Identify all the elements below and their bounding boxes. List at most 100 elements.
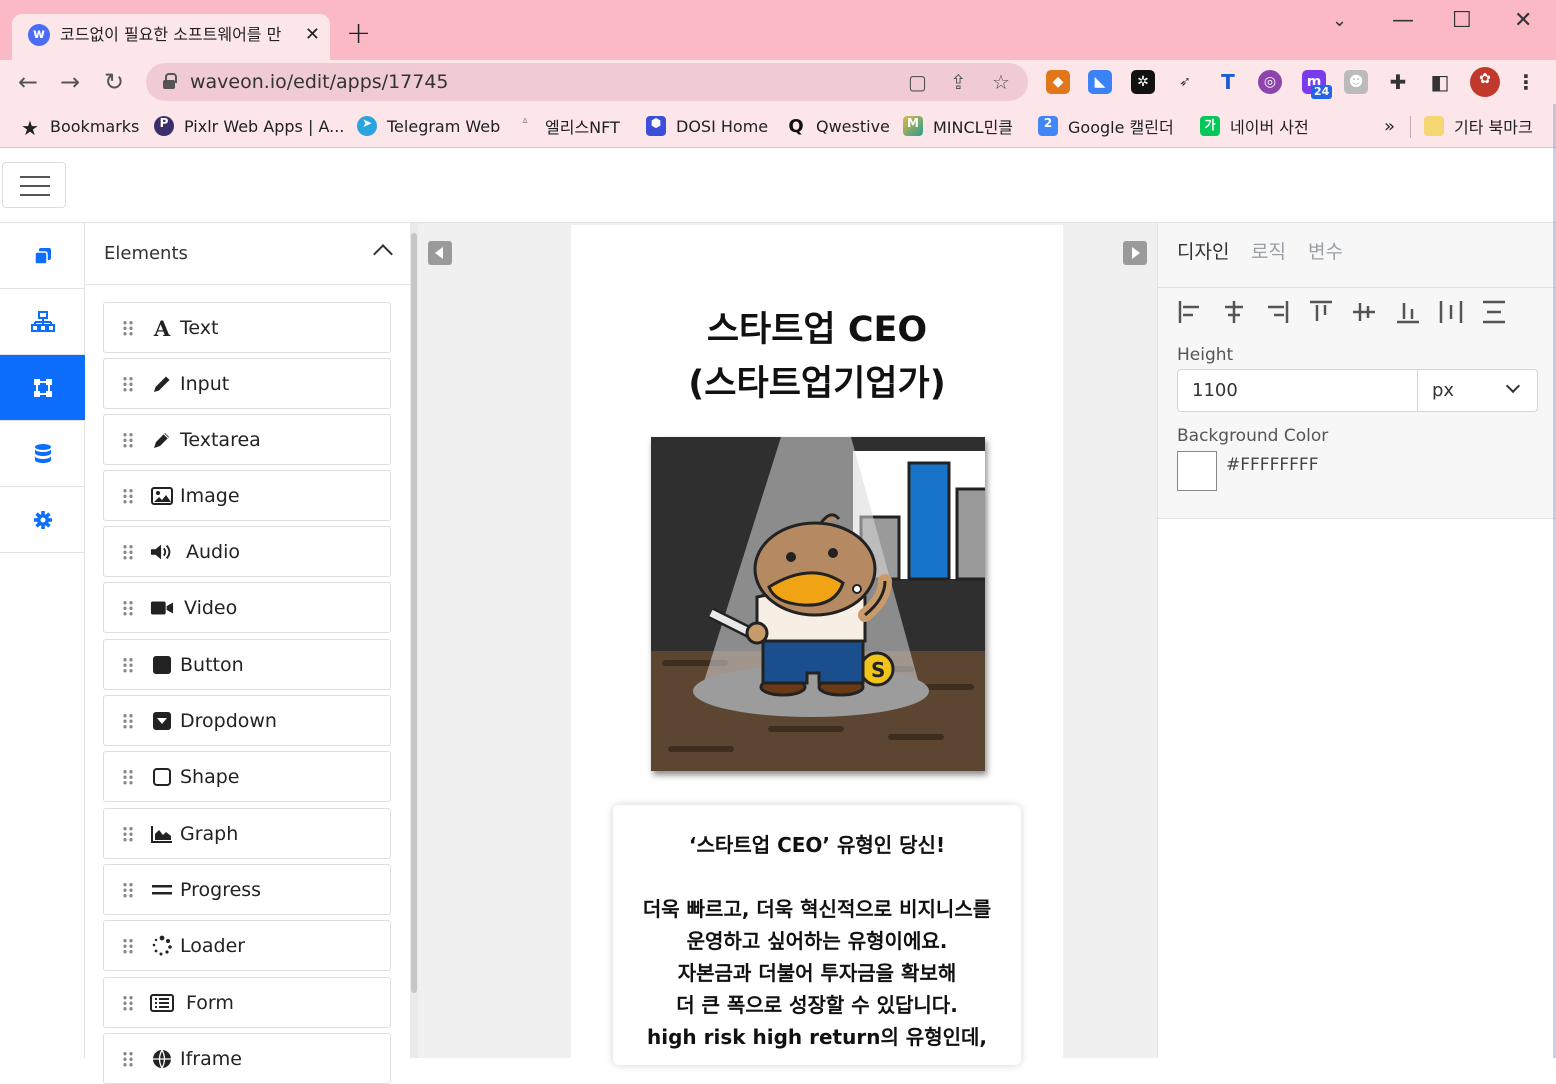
- align-center-h-icon[interactable]: [1221, 299, 1247, 325]
- align-right-icon[interactable]: [1264, 299, 1290, 325]
- duck-ceo-illustration[interactable]: S: [651, 437, 985, 771]
- url-text[interactable]: waveon.io/edit/apps/17745: [190, 71, 449, 93]
- bookmark-item[interactable]: ★ Bookmarks: [20, 114, 139, 140]
- bookmarks-overflow-button[interactable]: »: [1384, 114, 1395, 138]
- drag-handle-icon[interactable]: [122, 882, 134, 898]
- bookmark-item[interactable]: Q Qwestive: [786, 114, 890, 138]
- rail-elements-button[interactable]: [0, 355, 85, 421]
- lock-icon[interactable]: [162, 73, 177, 89]
- back-button[interactable]: ←: [18, 68, 38, 96]
- bookmark-item[interactable]: ➤ Telegram Web: [357, 114, 500, 138]
- drag-handle-icon[interactable]: [122, 488, 134, 504]
- drag-handle-icon[interactable]: [122, 376, 134, 392]
- drag-handle-icon[interactable]: [122, 544, 134, 560]
- result-card[interactable]: ‘스타트업 CEO’ 유형인 당신! 더욱 빠르고, 더욱 혁신적으로 비지니스…: [613, 805, 1021, 1065]
- address-bar[interactable]: waveon.io/edit/apps/17745 ▢ ⇪ ☆: [146, 63, 1028, 101]
- profile-avatar[interactable]: ✿: [1470, 67, 1500, 97]
- align-top-icon[interactable]: [1308, 299, 1334, 325]
- background-color-swatch[interactable]: [1177, 451, 1217, 491]
- side-panel-icon[interactable]: ◧: [1428, 70, 1452, 94]
- extension-avatar-icon[interactable]: ☻: [1344, 70, 1368, 94]
- element-item-iframe[interactable]: Iframe: [103, 1033, 391, 1084]
- maximize-button[interactable]: ☐: [1452, 8, 1472, 34]
- share-icon[interactable]: ⇪: [950, 70, 967, 94]
- chevron-up-icon[interactable]: [373, 244, 393, 264]
- extension-circle-icon[interactable]: ◎: [1258, 70, 1282, 94]
- drag-handle-icon[interactable]: [122, 769, 134, 785]
- bookmark-item[interactable]: ⬢ DOSI Home: [646, 114, 768, 138]
- minimize-button[interactable]: —: [1392, 8, 1414, 34]
- drag-handle-icon[interactable]: [122, 1051, 134, 1067]
- bookmark-item[interactable]: 2 Google 캘린더: [1038, 114, 1174, 138]
- height-value[interactable]: 1100: [1192, 381, 1238, 401]
- rail-settings-button[interactable]: [0, 487, 85, 553]
- element-item-image[interactable]: Image: [103, 470, 391, 521]
- tab-design[interactable]: 디자인: [1177, 239, 1229, 265]
- elements-panel-header[interactable]: Elements: [86, 223, 410, 285]
- drag-handle-icon[interactable]: [122, 600, 134, 616]
- new-tab-button[interactable]: +: [346, 18, 371, 50]
- element-item-graph[interactable]: Graph: [103, 808, 391, 859]
- bookmark-star-icon[interactable]: ☆: [992, 70, 1010, 94]
- collapse-left-panel-button[interactable]: [428, 241, 452, 265]
- hamburger-menu-button[interactable]: [2, 162, 66, 208]
- tab-variables[interactable]: 변수: [1308, 239, 1343, 265]
- menu-kebab-icon[interactable]: ⋮: [1514, 70, 1538, 94]
- extension-t-icon[interactable]: T: [1216, 70, 1240, 94]
- collapse-right-panel-button[interactable]: [1123, 241, 1147, 265]
- page-title[interactable]: 스타트업 CEO (스타트업기업가): [571, 303, 1063, 411]
- element-item-input[interactable]: Input: [103, 358, 391, 409]
- align-left-icon[interactable]: [1177, 299, 1203, 325]
- distribute-v-icon[interactable]: [1481, 299, 1507, 325]
- rail-database-button[interactable]: [0, 421, 85, 487]
- element-item-loader[interactable]: Loader: [103, 920, 391, 971]
- bookmark-item[interactable]: 가 네이버 사전: [1200, 114, 1309, 138]
- extension-bird-icon[interactable]: ➶: [1173, 70, 1197, 94]
- drag-handle-icon[interactable]: [122, 432, 134, 448]
- element-item-audio[interactable]: Audio: [103, 526, 391, 577]
- drag-handle-icon[interactable]: [122, 995, 134, 1011]
- extension-blue-icon[interactable]: ◣: [1088, 70, 1112, 94]
- align-bottom-icon[interactable]: [1395, 299, 1421, 325]
- bookmark-item[interactable]: P Pixlr Web Apps | A...: [154, 114, 344, 138]
- align-middle-v-icon[interactable]: [1351, 299, 1377, 325]
- element-item-shape[interactable]: Shape: [103, 751, 391, 802]
- bookmark-item[interactable]: M MINCL민클: [903, 114, 1013, 138]
- element-item-label: Form: [186, 992, 234, 1014]
- app-page[interactable]: 스타트업 CEO (스타트업기업가) S ‘스타트업 CEO’ 유형인 당신! …: [571, 225, 1063, 1065]
- extensions-puzzle-icon[interactable]: ✚: [1386, 70, 1410, 94]
- element-item-dropdown[interactable]: Dropdown: [103, 695, 391, 746]
- element-item-textarea[interactable]: Textarea: [103, 414, 391, 465]
- element-item-progress[interactable]: Progress: [103, 864, 391, 915]
- height-unit-select[interactable]: px: [1432, 381, 1454, 401]
- tab-close-icon[interactable]: ✕: [305, 24, 320, 46]
- close-window-button[interactable]: ✕: [1514, 8, 1532, 34]
- bookmark-item[interactable]: ᐞ 엘리스NFT: [515, 114, 620, 138]
- element-item-video[interactable]: Video: [103, 582, 391, 633]
- tab-search-chevron-icon[interactable]: ⌄: [1332, 8, 1347, 34]
- clipboard-icon[interactable]: ▢: [908, 70, 927, 94]
- metamask-icon[interactable]: ◆: [1046, 70, 1070, 94]
- drag-handle-icon[interactable]: [122, 320, 134, 336]
- chevron-down-icon[interactable]: [1505, 378, 1521, 394]
- elements-panel-scrollbar[interactable]: [410, 223, 418, 1058]
- element-item-form[interactable]: Form: [103, 977, 391, 1028]
- other-bookmarks[interactable]: 기타 북마크: [1424, 114, 1533, 138]
- forward-button[interactable]: →: [60, 68, 80, 96]
- browser-tab[interactable]: w 코드없이 필요한 소프트웨어를 만 ✕: [12, 14, 330, 60]
- drag-handle-icon[interactable]: [122, 826, 134, 842]
- height-input[interactable]: 1100 px: [1177, 369, 1538, 412]
- rail-structure-button[interactable]: [0, 289, 85, 355]
- drag-handle-icon[interactable]: [122, 713, 134, 729]
- extension-dots-icon[interactable]: ✲: [1131, 70, 1155, 94]
- reload-button[interactable]: ↻: [104, 68, 124, 96]
- background-color-value[interactable]: #FFFFFFFF: [1226, 455, 1318, 475]
- tab-logic[interactable]: 로직: [1251, 239, 1286, 265]
- rail-pages-button[interactable]: [0, 223, 85, 289]
- drag-handle-icon[interactable]: [122, 938, 134, 954]
- element-item-text[interactable]: A Text: [103, 302, 391, 353]
- element-item-button[interactable]: Button: [103, 639, 391, 690]
- scrollbar-thumb[interactable]: [411, 233, 417, 993]
- distribute-h-icon[interactable]: [1438, 299, 1464, 325]
- drag-handle-icon[interactable]: [122, 657, 134, 673]
